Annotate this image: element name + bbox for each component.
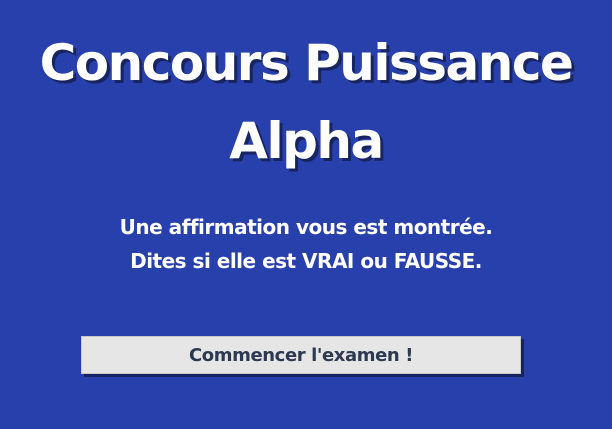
instruction-line-2: Dites si elle est VRAI ou FAUSSE. — [130, 249, 482, 273]
instruction-line-1: Une affirmation vous est montrée. — [119, 215, 493, 239]
start-exam-button[interactable]: Commencer l'examen ! — [81, 336, 521, 374]
start-screen: Concours Puissance Alpha Une affirmation… — [0, 0, 612, 429]
page-title-line-2: Alpha — [229, 112, 384, 170]
instructions-text: Une affirmation vous est montrée. Dites … — [0, 210, 612, 278]
page-title: Concours Puissance Alpha — [0, 24, 612, 180]
page-title-line-1: Concours Puissance — [39, 34, 574, 92]
